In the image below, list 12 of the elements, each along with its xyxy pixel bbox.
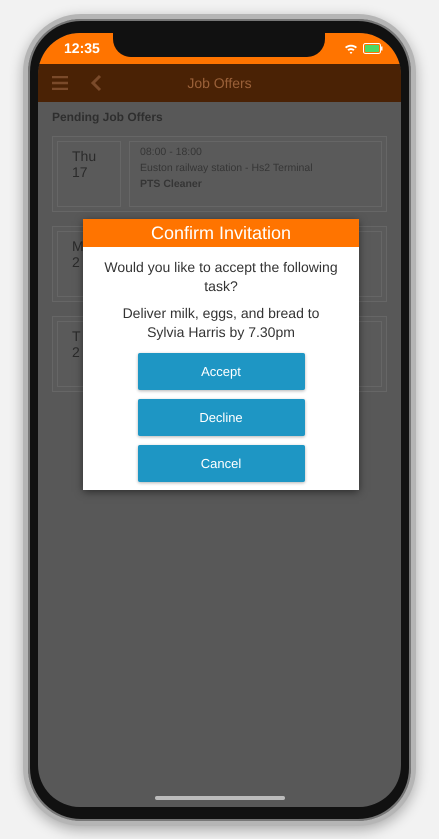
dialog-title: Confirm Invitation — [83, 218, 359, 246]
question-text: Would you like to accept the following task? — [103, 258, 339, 296]
status-time: 12:35 — [64, 40, 100, 56]
nav-title: Job Offers — [186, 74, 253, 90]
dialog-button[interactable]: Accept — [138, 352, 304, 390]
menu-icon[interactable] — [52, 76, 68, 90]
dialog-button[interactable]: Cancel — [138, 444, 304, 482]
dialog-button[interactable]: Decline — [138, 398, 304, 436]
battery-icon — [363, 42, 383, 54]
task-text: Deliver milk, eggs, and bread to Sylvia Harris by 7.30pm — [122, 304, 320, 342]
back-icon[interactable] — [90, 74, 102, 92]
wifi-icon — [344, 42, 358, 54]
